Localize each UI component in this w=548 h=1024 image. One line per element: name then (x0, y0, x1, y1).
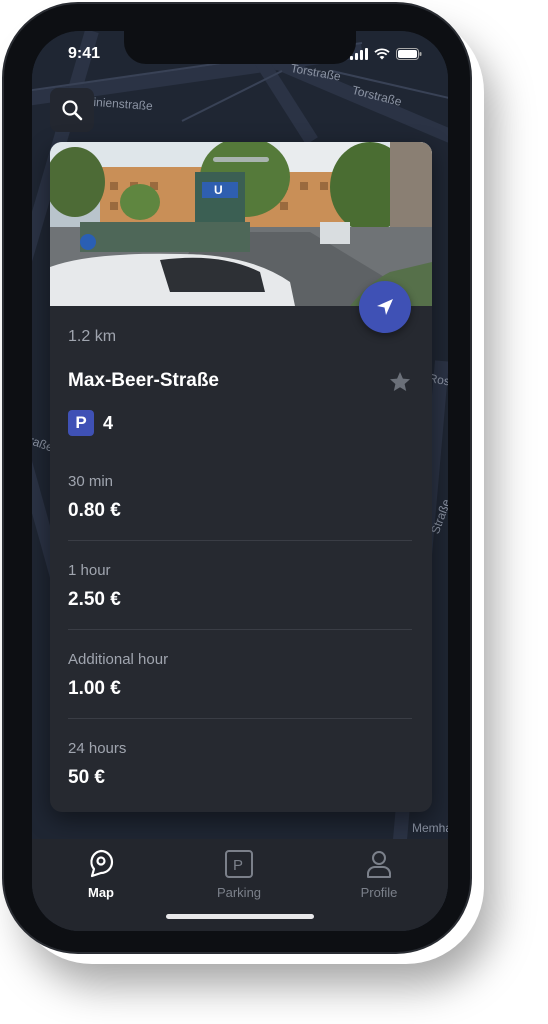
price-row: Additional hour 1.00 € (68, 651, 412, 700)
parking-detail-card[interactable]: U 1.2 km Max-Beer-Straße P 4 30 min 0.80… (50, 142, 432, 812)
svg-text:U: U (214, 183, 223, 197)
street-label: Memha (412, 821, 448, 835)
price-label: 30 min (68, 473, 114, 490)
distance-text: 1.2 km (68, 328, 117, 345)
price-label: 1 hour (68, 562, 111, 579)
tab-parking[interactable]: P Parking (184, 849, 294, 900)
navigation-arrow-icon (377, 299, 393, 315)
available-spots: 4 (103, 413, 114, 433)
profile-icon (367, 851, 391, 878)
street-photo: U (50, 142, 432, 306)
screen: inienstraße Torstraße Torstraße Ros raße… (32, 31, 448, 931)
search-icon (62, 100, 83, 121)
tab-profile[interactable]: Profile (324, 849, 434, 900)
price-label: Additional hour (68, 651, 169, 668)
price-value: 2.50 € (68, 589, 121, 610)
price-row: 30 min 0.80 € (68, 473, 412, 522)
status-icons (350, 48, 422, 60)
parking-icon: P (225, 850, 253, 878)
svg-text:P: P (233, 857, 243, 874)
status-time: 9:41 (68, 45, 101, 62)
price-value: 0.80 € (68, 500, 121, 521)
phone-frame: inienstraße Torstraße Torstraße Ros raße… (2, 2, 472, 954)
price-row: 24 hours 50 € (68, 740, 412, 789)
search-button[interactable] (50, 88, 94, 132)
wifi-icon (374, 48, 390, 60)
parking-badge: P (68, 410, 94, 436)
divider (68, 629, 412, 630)
tab-label: Parking (216, 885, 262, 900)
navigate-button[interactable] (359, 281, 411, 333)
notch (124, 31, 356, 64)
signal-icon (350, 48, 368, 60)
price-value: 50 € (68, 767, 105, 788)
price-value: 1.00 € (68, 678, 121, 699)
favorite-star-icon[interactable] (388, 370, 412, 399)
drag-handle[interactable] (213, 157, 269, 162)
street-name: Max-Beer-Straße (68, 370, 219, 391)
price-row: 1 hour 2.50 € (68, 562, 412, 611)
price-label: 24 hours (68, 740, 127, 757)
tab-label: Map (88, 885, 114, 900)
home-indicator (166, 914, 314, 919)
tab-map[interactable]: Map (46, 849, 156, 900)
divider (68, 718, 412, 719)
battery-icon (396, 48, 422, 60)
divider (68, 540, 412, 541)
map-pin-icon (90, 849, 114, 878)
tab-label: Profile (360, 885, 398, 900)
